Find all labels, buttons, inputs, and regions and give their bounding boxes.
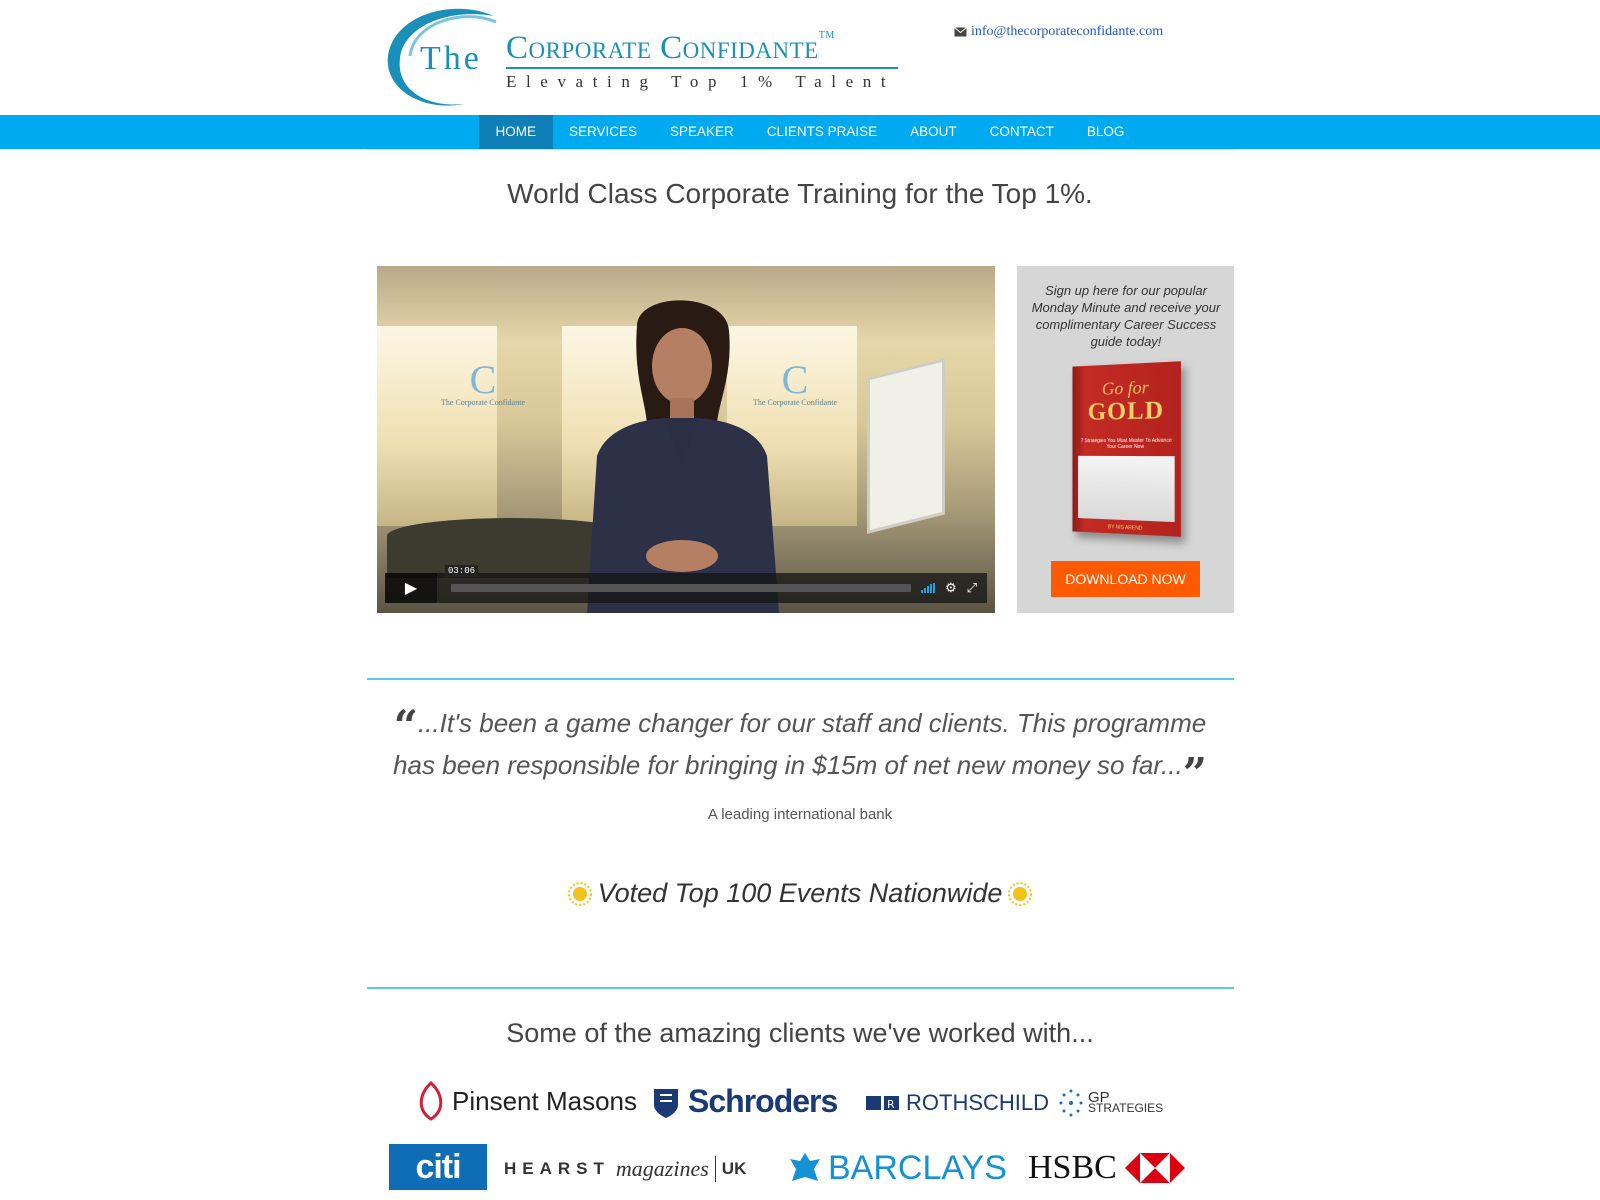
rothschild-mark-icon: R [866, 1096, 899, 1111]
award-text: Voted Top 100 Events Nationwide [597, 878, 1003, 908]
client-name: citi [415, 1147, 461, 1186]
newsletter-signup-box: Sign up here for our popular Monday Minu… [1017, 266, 1234, 613]
gp-text: GP STRATEGIES [1088, 1090, 1164, 1115]
barclays-eagle-icon [790, 1152, 820, 1181]
video-controls: ▶ 03:06 ⚙ ⤢ [385, 565, 987, 603]
client-name: HEARST [504, 1159, 610, 1178]
client-logo-schroders: Schroders [650, 1083, 838, 1120]
client-name: ROTHSCHILD [906, 1090, 1050, 1115]
envelope-icon [954, 27, 967, 37]
nav-contact[interactable]: Contact [973, 115, 1070, 149]
volume-bars-icon[interactable] [920, 583, 935, 593]
nav-blog[interactable]: Blog [1070, 115, 1141, 149]
gear-icon[interactable]: ⚙ [945, 580, 957, 596]
logo-tagline: Elevating Top 1% Talent [506, 72, 896, 91]
client-logo-pinsent-masons: Pinsent Masons [416, 1081, 637, 1121]
logo-name-text: Corporate Confidante [506, 30, 819, 66]
ebook-cover[interactable]: Go for GOLD 7 Strategies You Must Master… [1072, 361, 1181, 537]
open-quote-icon: “ [393, 701, 418, 750]
client-name: BARCLAYS [828, 1149, 1007, 1187]
schroders-crest-icon [654, 1088, 678, 1118]
nav-divider [367, 149, 1234, 150]
client-logo-rothschild: R ROTHSCHILD [866, 1090, 1049, 1116]
svg-text:R: R [887, 1098, 895, 1111]
nav-about[interactable]: About [894, 115, 974, 149]
client-logo-hearst: HEARST magazines UK [504, 1156, 746, 1182]
client-name-sub: magazines [615, 1156, 709, 1181]
award-banner: Voted Top 100 Events Nationwide [0, 878, 1600, 909]
site-logo[interactable]: The Corporate ConfidanteTM Elevating Top… [384, 4, 914, 112]
video-time: 03:06 [445, 565, 479, 577]
book-title-line2: GOLD [1087, 396, 1165, 426]
site-header: The Corporate ConfidanteTM Elevating Top… [0, 0, 1600, 115]
download-now-button[interactable]: Download Now [1051, 561, 1200, 597]
video-watermark-text: The Corporate Confidante [441, 398, 525, 407]
client-logo-gp-strategies: GP STRATEGIES [1058, 1086, 1163, 1120]
logo-name: Corporate ConfidanteTM [506, 30, 835, 67]
section-divider [367, 678, 1234, 680]
video-control-icons: ⚙ ⤢ [920, 580, 977, 596]
main-navbar: Home Services Speaker Clients Praise Abo… [0, 115, 1600, 149]
client-name: Pinsent Masons [452, 1085, 637, 1116]
video-progress-track[interactable] [451, 584, 911, 592]
client-name: HSBC [1028, 1149, 1117, 1186]
fullscreen-icon[interactable]: ⤢ [967, 580, 977, 596]
video-presenter [587, 300, 779, 613]
client-name-region: UK [721, 1159, 747, 1178]
play-icon: ▶ [404, 580, 418, 597]
testimonial-quote: “...It's been a game changer for our sta… [380, 701, 1220, 795]
gp-burst-icon [1059, 1089, 1083, 1117]
signup-text: Sign up here for our popular Monday Minu… [1031, 283, 1221, 349]
logo-the: The [420, 40, 482, 77]
email-link[interactable]: info@thecorporateconfidante.com [971, 24, 1163, 40]
clients-heading: Some of the amazing clients we've worked… [506, 1018, 1094, 1048]
video-whiteboard [867, 358, 945, 534]
sun-badge-icon [1008, 881, 1033, 906]
client-logo-hsbc: HSBC [1028, 1149, 1185, 1187]
client-logo-citi: citi [389, 1144, 487, 1190]
video-watermark-logo: C The Corporate Confidante [433, 360, 533, 408]
book-subtitle: 7 Strategies You Must Master To Advance … [1080, 437, 1172, 451]
sun-badge-icon [567, 881, 592, 906]
client-name-sub: STRATEGIES [1088, 1101, 1164, 1115]
nav-home[interactable]: Home [479, 115, 553, 149]
section-divider [367, 987, 1234, 989]
nav-speaker[interactable]: Speaker [654, 115, 751, 149]
book-cover-image [1078, 455, 1175, 523]
book-author: BY NIS AREND [1107, 524, 1143, 532]
intro-video-player[interactable]: C The Corporate Confidante C The Corporate… [377, 266, 995, 613]
logo-trademark: TM [818, 30, 835, 41]
close-quote-icon: ” [1182, 749, 1207, 798]
video-bg-window [377, 326, 497, 526]
logo-divider [714, 1156, 716, 1182]
play-button[interactable]: ▶ [385, 573, 437, 603]
main-nav: Home Services Speaker Clients Praise Abo… [479, 115, 1141, 149]
nav-services[interactable]: Services [553, 115, 654, 149]
contact-email[interactable]: info@thecorporateconfidante.com [954, 24, 1163, 40]
client-name: Schroders [688, 1083, 838, 1119]
logo-divider [506, 67, 898, 69]
testimonial-text: ...It's been a game changer for our staf… [393, 708, 1207, 780]
client-logo-barclays: BARCLAYS [788, 1149, 1007, 1188]
hsbc-hexagon-icon [1124, 1153, 1185, 1183]
page-headline: World Class Corporate Training for the T… [507, 178, 1093, 209]
pinsent-mark-icon [419, 1081, 443, 1121]
nav-clients-praise[interactable]: Clients Praise [750, 115, 893, 149]
testimonial-source: A leading international bank [707, 806, 893, 823]
